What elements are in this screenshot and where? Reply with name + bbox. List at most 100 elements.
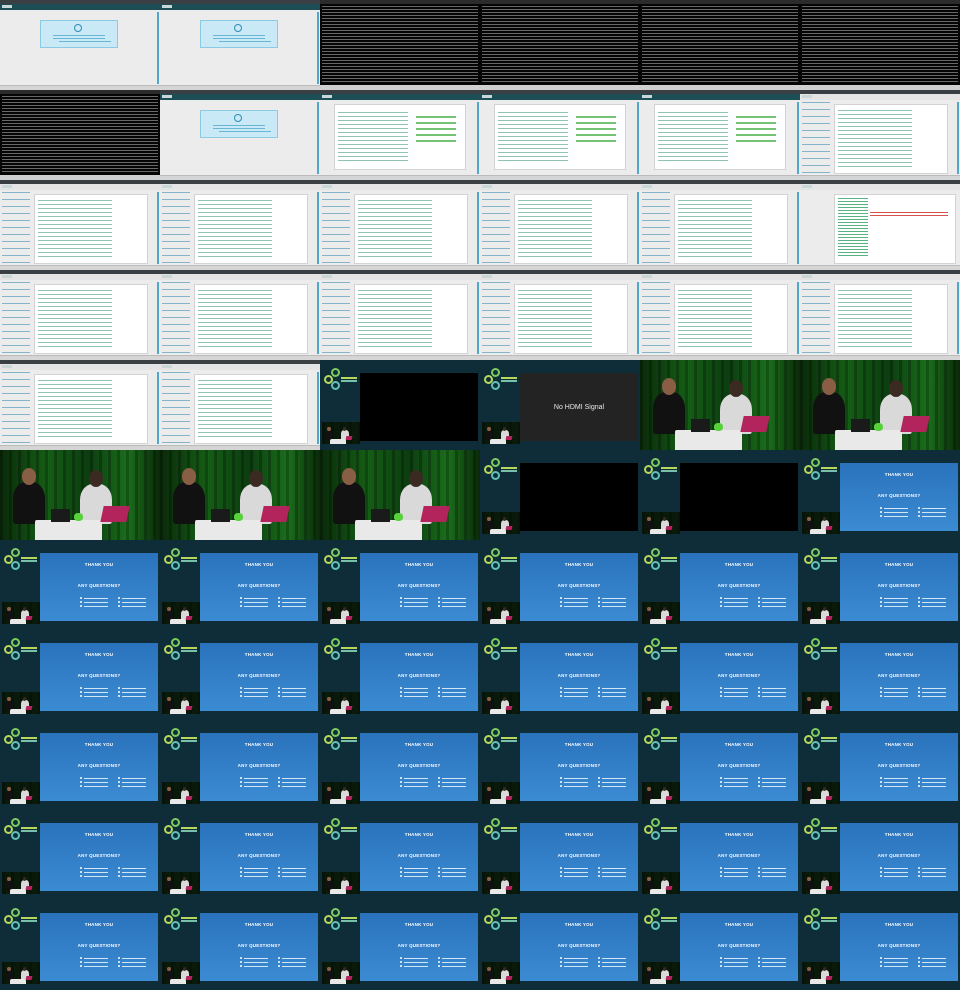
stream-frame: THANK YOU ANY QUESTIONS?: [320, 720, 480, 810]
contact-block: [240, 957, 280, 969]
camera-frame: [640, 360, 800, 450]
laptop-left: [851, 419, 871, 432]
conference-logo-icon: [164, 908, 198, 932]
scrollbar: [157, 192, 159, 264]
green-mascot: [233, 513, 244, 522]
questions-heading: ANY QUESTIONS?: [877, 583, 921, 588]
screen-share-list-frame: [0, 180, 160, 270]
screen-share-list-frame: [160, 360, 320, 450]
contact-block: [720, 597, 760, 609]
contact-block: [758, 867, 798, 879]
questions-heading: ANY QUESTIONS?: [77, 943, 121, 948]
terminal-output: [802, 6, 958, 82]
thank-you-slide: THANK YOU ANY QUESTIONS?: [840, 913, 958, 981]
file-list: [198, 380, 272, 438]
browser-toolbar: [160, 274, 320, 280]
thank-you-heading: THANK YOU: [884, 472, 914, 477]
stream-frame: THANK YOU ANY QUESTIONS?: [640, 720, 800, 810]
terminal-titlebar: [640, 0, 800, 4]
conference-logo-icon: [164, 818, 198, 842]
screen-share-loading-frame: [160, 0, 320, 90]
terminal-frame: [0, 90, 160, 180]
camera-pip: [322, 872, 360, 894]
browser-toolbar: [800, 274, 960, 280]
scrollbar: [157, 282, 159, 354]
file-list: [38, 200, 112, 258]
thank-you-slide: THANK YOU ANY QUESTIONS?: [680, 643, 798, 711]
stream-frame: THANK YOU ANY QUESTIONS?: [480, 630, 640, 720]
camera-pip: [162, 782, 200, 804]
presenter-table: [835, 430, 903, 450]
contact-block: [560, 687, 600, 699]
nav-sidebar: [642, 192, 670, 264]
conference-logo-icon: [4, 548, 38, 572]
camera-pip: [2, 872, 40, 894]
scrollbar: [797, 192, 799, 264]
browser-toolbar: [0, 364, 160, 370]
conference-logo-icon: [484, 458, 518, 482]
questions-heading: ANY QUESTIONS?: [77, 583, 121, 588]
thank-you-slide: THANK YOU ANY QUESTIONS?: [200, 643, 318, 711]
contact-block: [118, 867, 158, 879]
nav-sidebar: [2, 192, 30, 264]
nav-sidebar: [162, 372, 190, 444]
stream-frame: THANK YOU ANY QUESTIONS?: [320, 810, 480, 900]
screen-share-list-frame: [480, 270, 640, 360]
conference-logo-icon: [804, 548, 838, 572]
contact-block: [918, 957, 958, 969]
nav-sidebar: [2, 282, 30, 354]
screen-share-list-frame: [160, 180, 320, 270]
thank-you-heading: THANK YOU: [884, 832, 914, 837]
laptop-left: [371, 509, 391, 522]
laptop-left: [691, 419, 711, 432]
file-list: [38, 290, 112, 348]
conference-logo-icon: [644, 458, 678, 482]
questions-heading: ANY QUESTIONS?: [717, 583, 761, 588]
contact-block: [278, 867, 318, 879]
contact-block: [918, 597, 958, 609]
questions-heading: ANY QUESTIONS?: [397, 763, 441, 768]
contact-block: [560, 957, 600, 969]
conference-logo-icon: [484, 818, 518, 842]
conference-logo-icon: [484, 908, 518, 932]
camera-pip: [482, 602, 520, 624]
contact-block: [400, 777, 440, 789]
thank-you-heading: THANK YOU: [564, 652, 594, 657]
nav-sidebar: [482, 282, 510, 354]
camera-pip: [322, 692, 360, 714]
thank-you-heading: THANK YOU: [244, 832, 274, 837]
stream-frame: THANK YOU ANY QUESTIONS?: [480, 900, 640, 990]
terminal-output: [482, 6, 638, 82]
camera-frame: [320, 450, 480, 540]
conference-logo-icon: [804, 908, 838, 932]
presenter-table: [195, 520, 263, 540]
conference-logo-icon: [4, 908, 38, 932]
nav-sidebar: [482, 192, 510, 264]
presenter-table: [355, 520, 423, 540]
nav-sidebar: [322, 192, 350, 264]
conference-logo-icon: [804, 458, 838, 482]
camera-pip: [162, 962, 200, 984]
contact-block: [80, 867, 120, 879]
scrollbar: [637, 282, 639, 354]
camera-frame: [800, 360, 960, 450]
stream-frame: THANK YOU ANY QUESTIONS?: [640, 810, 800, 900]
camera-pip: [642, 602, 680, 624]
contact-block: [240, 687, 280, 699]
terminal-output: [322, 6, 478, 82]
app-header: [480, 94, 640, 100]
thank-you-heading: THANK YOU: [404, 922, 434, 927]
contact-block: [918, 777, 958, 789]
thank-you-slide: THANK YOU ANY QUESTIONS?: [360, 823, 478, 891]
contact-block: [598, 687, 638, 699]
thank-you-slide: THANK YOU ANY QUESTIONS?: [680, 913, 798, 981]
camera-pip: [162, 602, 200, 624]
thank-you-heading: THANK YOU: [244, 652, 274, 657]
presenter-table: [35, 520, 103, 540]
contact-block: [80, 687, 120, 699]
laptop-left: [51, 509, 71, 522]
thank-you-heading: THANK YOU: [884, 922, 914, 927]
contact-block: [118, 687, 158, 699]
scrollbar: [477, 102, 479, 174]
nav-sidebar: [162, 192, 190, 264]
